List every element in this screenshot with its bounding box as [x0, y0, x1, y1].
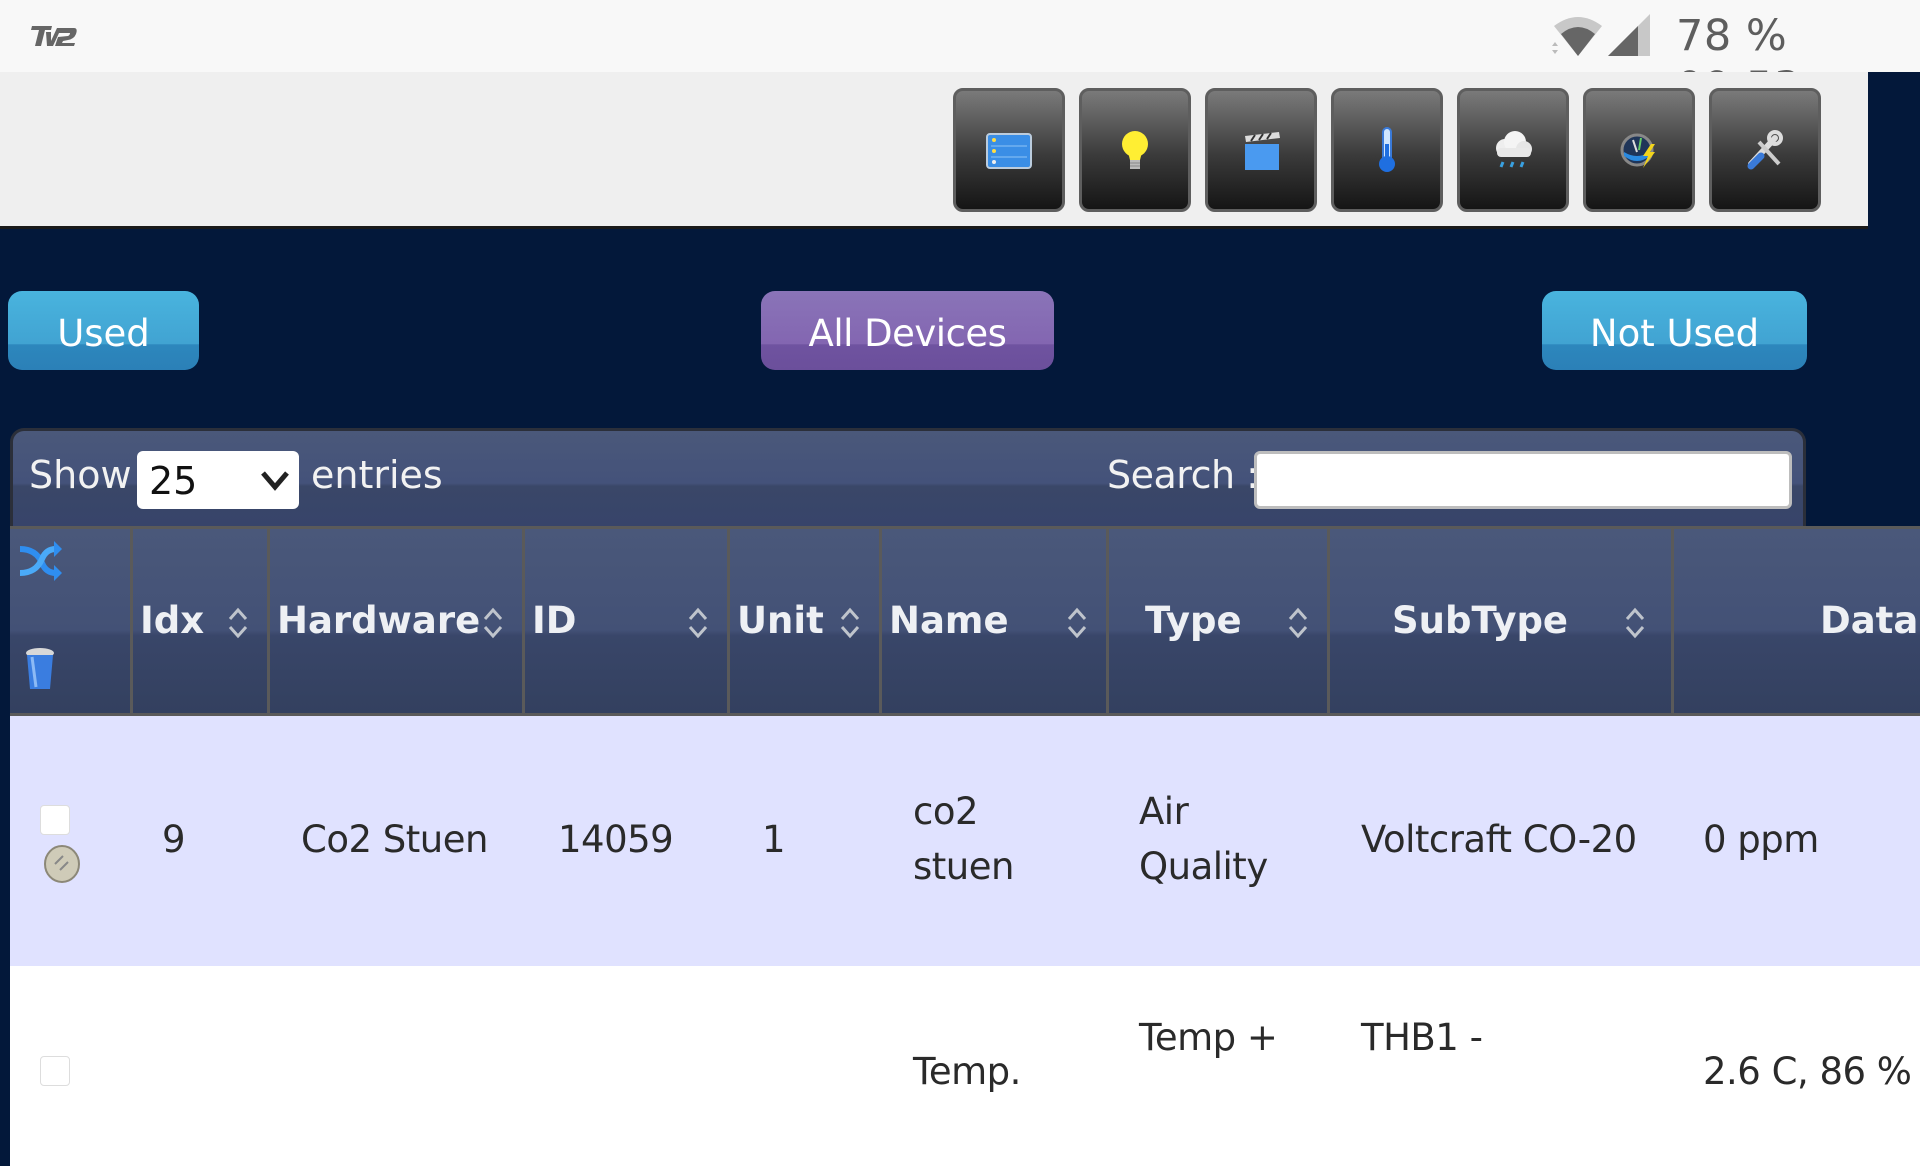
- not-used-filter-button[interactable]: Not Used: [1542, 291, 1807, 370]
- status-bar: 78 % 09.53: [0, 0, 1920, 113]
- utility-button[interactable]: [1583, 88, 1695, 212]
- column-header-hardware[interactable]: Hardware: [270, 529, 525, 713]
- entries-select-value: 25: [149, 459, 198, 503]
- trash-icon[interactable]: [24, 647, 56, 693]
- cell-data: 2.6 C, 86 %: [1703, 1050, 1912, 1093]
- sort-icon: [228, 607, 248, 639]
- temperature-button[interactable]: [1331, 88, 1443, 212]
- chevron-down-icon: [261, 471, 289, 491]
- column-idx-label: Idx: [140, 599, 205, 642]
- column-data-label: Data: [1820, 599, 1919, 642]
- top-toolbar: [0, 72, 1868, 229]
- column-header-idx[interactable]: Idx: [133, 529, 270, 713]
- power-meter-icon: [1620, 133, 1655, 168]
- table-controls: Show 25 entries Search :: [10, 428, 1806, 526]
- wifi-icon: [1552, 17, 1602, 56]
- rain-cloud-icon: [1496, 131, 1532, 168]
- search-input[interactable]: [1254, 451, 1792, 509]
- device-status-icon[interactable]: [42, 842, 82, 884]
- sort-icon: [1288, 607, 1308, 639]
- show-label: Show: [29, 453, 132, 497]
- column-id-label: ID: [532, 599, 577, 642]
- tools-icon: [1747, 130, 1783, 170]
- thermometer-icon: [1379, 127, 1395, 172]
- dashboard-button[interactable]: [953, 88, 1065, 212]
- sort-icon: [688, 607, 708, 639]
- cell-type-line2: Quality: [1139, 845, 1268, 888]
- cell-subtype: Voltcraft CO-20: [1361, 818, 1637, 861]
- used-filter-button[interactable]: Used: [8, 291, 199, 370]
- cell-hardware: Co2 Stuen: [301, 818, 488, 861]
- column-header-data[interactable]: Data: [1674, 529, 1920, 713]
- table-header: Idx Hardware ID Unit Name Type SubType D…: [10, 526, 1920, 716]
- sort-icon: [840, 607, 860, 639]
- cell-name-line1: Temp.: [913, 1050, 1021, 1093]
- column-header-subtype[interactable]: SubType: [1330, 529, 1674, 713]
- table-row[interactable]: 9 Co2 Stuen 14059 1 co2 stuen Air Qualit…: [10, 716, 1920, 966]
- cell-name-line1: co2: [913, 790, 979, 833]
- lightbulb-icon: [1122, 131, 1148, 169]
- cell-subtype-line1: THB1 -: [1361, 1016, 1483, 1059]
- cell-unit: 1: [762, 818, 786, 861]
- sort-icon: [483, 607, 503, 639]
- scenes-button[interactable]: [1205, 88, 1317, 212]
- sort-icon: [1067, 607, 1087, 639]
- column-type-label: Type: [1145, 599, 1242, 642]
- column-header-unit[interactable]: Unit: [730, 529, 882, 713]
- search-label: Search :: [1107, 453, 1259, 497]
- column-name-label: Name: [889, 599, 1009, 642]
- weather-button[interactable]: [1457, 88, 1569, 212]
- entries-label: entries: [311, 453, 443, 497]
- cell-idx: 9: [162, 818, 186, 861]
- column-header-id[interactable]: ID: [525, 529, 730, 713]
- setup-button[interactable]: [1709, 88, 1821, 212]
- column-subtype-label: SubType: [1392, 599, 1569, 642]
- shuffle-icon[interactable]: [16, 537, 64, 585]
- cell-id: 14059: [558, 818, 674, 861]
- table-row[interactable]: Temp. Temp + THB1 - 2.6 C, 86 %: [10, 966, 1920, 1166]
- column-header-type[interactable]: Type: [1109, 529, 1330, 713]
- cell-type-line1: Air: [1139, 790, 1189, 833]
- column-hardware-label: Hardware: [277, 599, 481, 642]
- column-header-name[interactable]: Name: [882, 529, 1109, 713]
- switches-button[interactable]: [1079, 88, 1191, 212]
- dashboard-icon: [986, 133, 1032, 169]
- cell-data: 0 ppm: [1703, 818, 1819, 861]
- clapperboard-icon: [1245, 132, 1280, 170]
- cell-name-line2: stuen: [913, 845, 1014, 888]
- tv2-logo: [31, 26, 77, 46]
- entries-per-page-select[interactable]: 25: [137, 451, 299, 509]
- sort-icon: [1625, 607, 1645, 639]
- column-unit-label: Unit: [737, 599, 824, 642]
- header-actions-cell: [10, 529, 133, 713]
- cell-signal-icon: [1608, 14, 1650, 56]
- all-devices-filter-button[interactable]: All Devices: [761, 291, 1054, 370]
- row-select-checkbox[interactable]: [40, 1056, 70, 1086]
- cell-type-line1: Temp +: [1139, 1016, 1278, 1059]
- row-select-checkbox[interactable]: [40, 805, 70, 835]
